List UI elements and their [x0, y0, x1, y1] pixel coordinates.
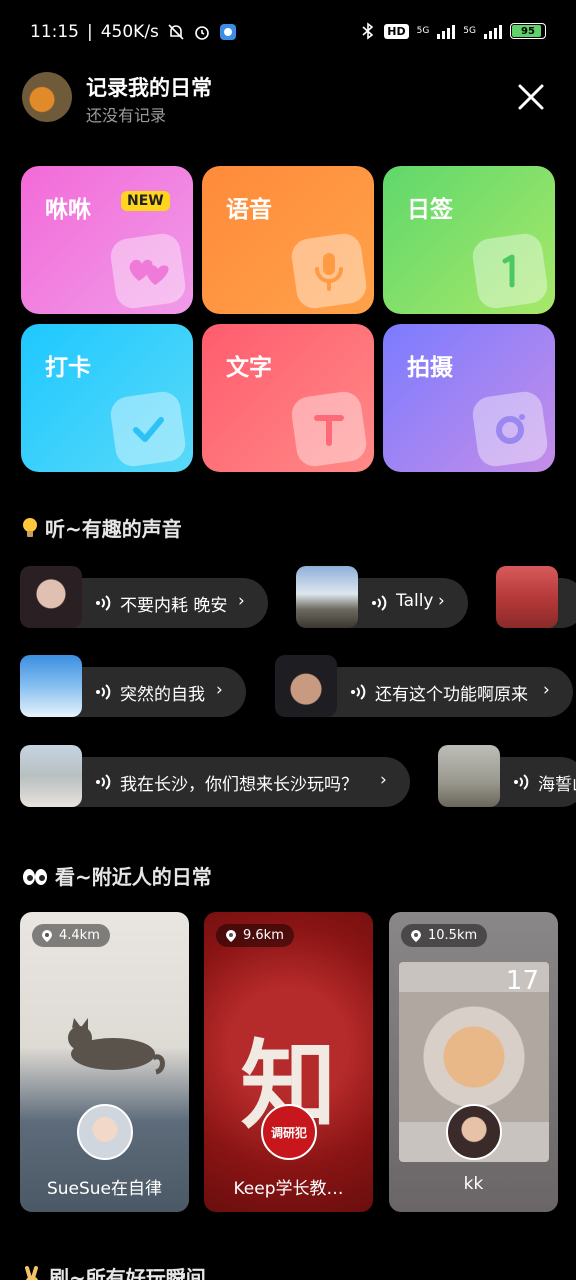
audio-chip[interactable]: 不要内耗 晚安 › [20, 566, 268, 628]
chevron-right-icon: › [238, 591, 245, 611]
audio-chip[interactable] [496, 566, 576, 628]
sound-wave-icon [96, 774, 111, 790]
tile-xiuxiu[interactable]: 咻咻 NEW [21, 166, 193, 314]
avatar[interactable]: 调研犯 [261, 1104, 317, 1160]
audio-thumbnail [20, 566, 82, 628]
app-notification-icon [219, 24, 236, 40]
sound-wave-icon [514, 774, 529, 790]
seal-logo-text: 调研犯 [270, 1125, 307, 1140]
tile-text[interactable]: 文字 [202, 324, 374, 472]
avatar[interactable] [446, 1104, 502, 1160]
camera-icon [470, 389, 550, 469]
avatar[interactable] [77, 1104, 133, 1160]
lightbulb-icon [22, 517, 38, 539]
victory-hand-icon [22, 1266, 42, 1280]
audio-chip[interactable]: Tally › [296, 566, 468, 628]
chevron-right-icon: › [543, 680, 550, 700]
tile-voice[interactable]: 语音 [202, 166, 374, 314]
nearby-card[interactable]: 17 10.5km kk [389, 912, 558, 1212]
nearby-card[interactable]: 知 9.6km 调研犯 Keep学长教… [204, 912, 373, 1212]
chevron-right-icon: › [380, 770, 387, 790]
location-pin-icon [226, 929, 236, 942]
section-nearby: 看~附近人的日常 [22, 861, 212, 890]
audio-thumbnail [496, 566, 558, 628]
audio-chip[interactable]: 突然的自我 › [20, 655, 246, 717]
audio-thumbnail [20, 745, 82, 807]
page-subtitle: 还没有记录 [86, 106, 167, 125]
distance-badge: 10.5km [401, 924, 488, 947]
text-t-icon [289, 389, 369, 469]
hd-badge: HD [384, 23, 409, 39]
card-username: Keep学长教… [233, 1179, 344, 1199]
photo-overlay-number: 17 [505, 966, 539, 996]
audio-thumbnail [438, 745, 500, 807]
audio-chip[interactable]: 还有这个功能啊原来 › [275, 655, 573, 717]
chevron-right-icon: › [438, 591, 445, 611]
card-username: kk [463, 1174, 484, 1194]
close-button[interactable] [516, 82, 546, 112]
tile-checkin[interactable]: 打卡 [21, 324, 193, 472]
cat-image [68, 1018, 165, 1075]
distance-badge: 9.6km [216, 924, 294, 947]
network-type-1: 5G [416, 26, 430, 36]
tile-camera[interactable]: 拍摄 [383, 324, 555, 472]
section-browse: 刷~所有好玩瞬间 [22, 1262, 206, 1280]
bluetooth-icon [362, 22, 374, 40]
status-bar: 11:15 | 450K/s HD 5G 5G 95 [0, 0, 576, 68]
tile-daily-sign[interactable]: 日签 [383, 166, 555, 314]
header: 记录我的日常 还没有记录 [22, 72, 554, 125]
location-pin-icon [411, 929, 421, 942]
sound-wave-icon [372, 595, 387, 611]
avatar[interactable] [22, 72, 72, 122]
hearts-icon [108, 231, 188, 311]
sound-wave-icon [351, 684, 366, 700]
nearby-card[interactable]: 4.4km SueSue在自律 [20, 912, 189, 1212]
number-one-icon [470, 231, 550, 311]
card-username: SueSue在自律 [46, 1179, 163, 1199]
audio-chip[interactable]: 我在长沙，你们想来长沙玩吗？ › [20, 745, 410, 807]
new-badge: NEW [121, 191, 170, 211]
mute-bell-icon [168, 24, 184, 40]
section-listen: 听~有趣的声音 [22, 513, 182, 542]
microphone-icon [289, 231, 369, 311]
audio-thumbnail [275, 655, 337, 717]
check-icon [108, 389, 188, 469]
chevron-right-icon: › [216, 680, 223, 700]
audio-chip[interactable]: 海誓山 [438, 745, 576, 807]
audio-thumbnail [296, 566, 358, 628]
battery-icon: 95 [510, 23, 546, 39]
alarm-icon [195, 26, 209, 40]
status-time: 11:15 [30, 22, 79, 42]
audio-thumbnail [20, 655, 82, 717]
signal-icon [437, 23, 456, 39]
signal-icon-2 [484, 23, 502, 39]
network-speed: 450K/s [100, 22, 159, 42]
network-type-2: 5G [463, 26, 476, 36]
sound-wave-icon [96, 684, 111, 700]
page-title: 记录我的日常 [86, 76, 212, 100]
sound-wave-icon [96, 595, 111, 611]
record-type-grid: 咻咻 NEW 语音 日签 打卡 文字 拍摄 [21, 166, 555, 472]
eyes-icon [22, 867, 48, 887]
location-pin-icon [42, 929, 52, 942]
distance-badge: 4.4km [32, 924, 110, 947]
